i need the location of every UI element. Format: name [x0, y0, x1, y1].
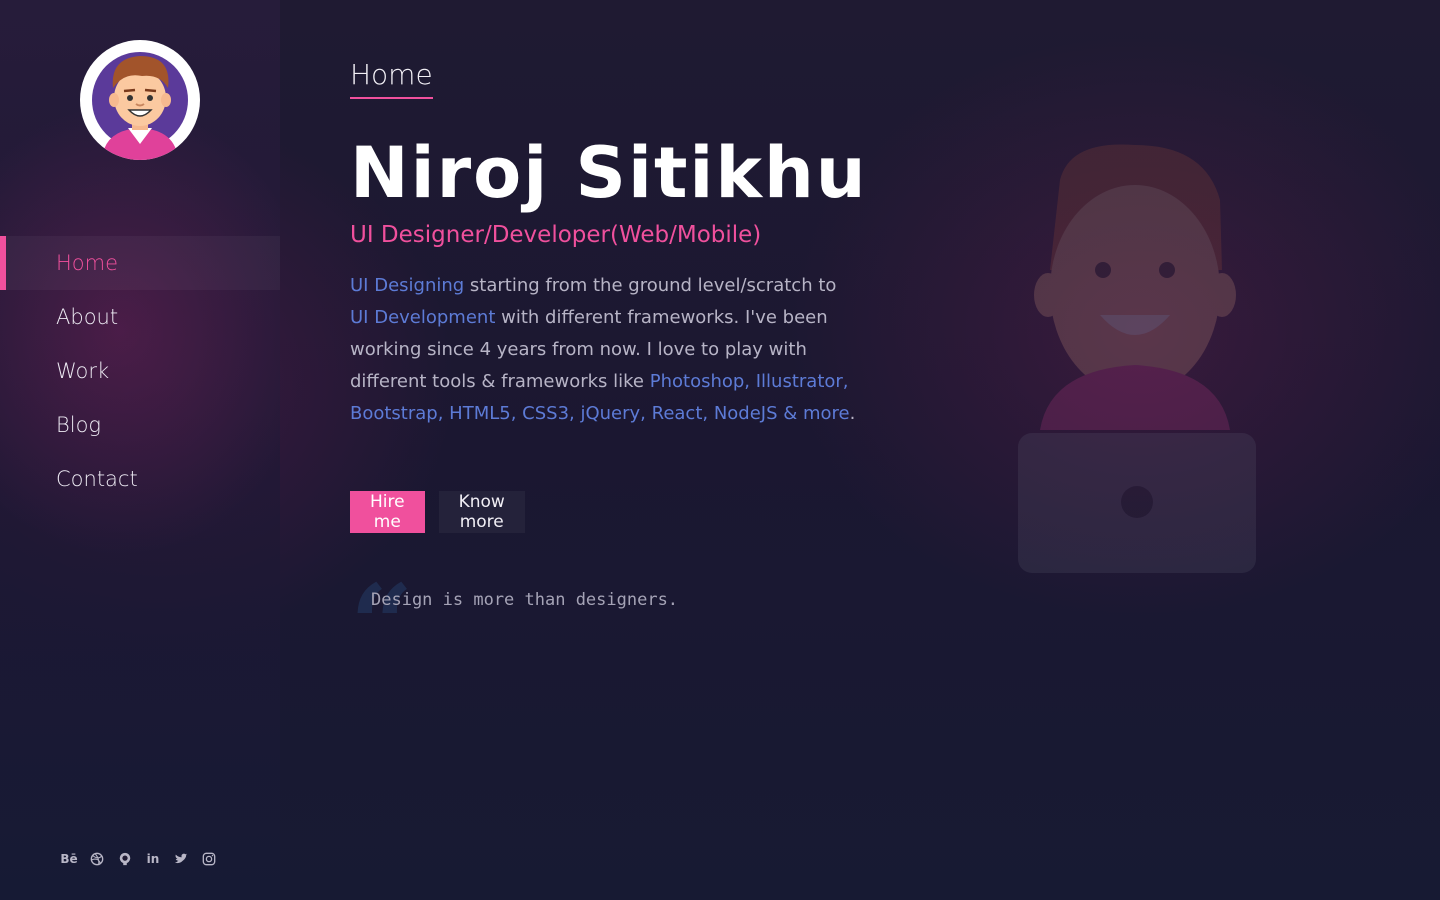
behance-icon[interactable]: Bē	[60, 848, 78, 870]
nav-item-work[interactable]: Work	[0, 344, 280, 398]
instagram-icon[interactable]	[200, 848, 218, 870]
know-more-button[interactable]: Know more	[438, 491, 525, 533]
main-nav: Home About Work Blog Contact	[0, 236, 280, 506]
quote-icon: “	[350, 560, 414, 689]
hero-bio: UI Designing starting from the ground le…	[350, 270, 860, 430]
quote-text: Design is more than designers.	[371, 590, 679, 610]
developer-illustration	[990, 140, 1280, 590]
nav-item-about[interactable]: About	[0, 290, 280, 344]
sidebar: Home About Work Blog Contact Bē in	[0, 0, 280, 900]
bio-highlight-ui-development: UI Development	[350, 307, 496, 328]
nav-item-blog[interactable]: Blog	[0, 398, 280, 452]
bio-highlight-ui-designing: UI Designing	[350, 275, 465, 296]
github-icon[interactable]	[116, 848, 134, 870]
social-links: Bē in	[60, 848, 218, 870]
bio-text-3: .	[849, 403, 856, 424]
bio-text-1: starting from the ground level/scratch t…	[464, 275, 837, 296]
page-title: Home	[350, 58, 433, 99]
hero-name: Niroj Sitikhu	[350, 132, 868, 214]
nav-item-contact[interactable]: Contact	[0, 452, 280, 506]
avatar-illustration	[92, 52, 188, 160]
twitter-icon[interactable]	[172, 848, 190, 870]
hero-role: UI Designer/Developer(Web/Mobile)	[350, 222, 762, 248]
hero-actions: Hire me Know more	[350, 491, 525, 533]
linkedin-icon[interactable]: in	[144, 848, 162, 870]
hire-me-button[interactable]: Hire me	[350, 491, 425, 533]
nav-item-home[interactable]: Home	[0, 236, 280, 290]
dribbble-icon[interactable]	[88, 848, 106, 870]
avatar[interactable]	[80, 40, 200, 160]
